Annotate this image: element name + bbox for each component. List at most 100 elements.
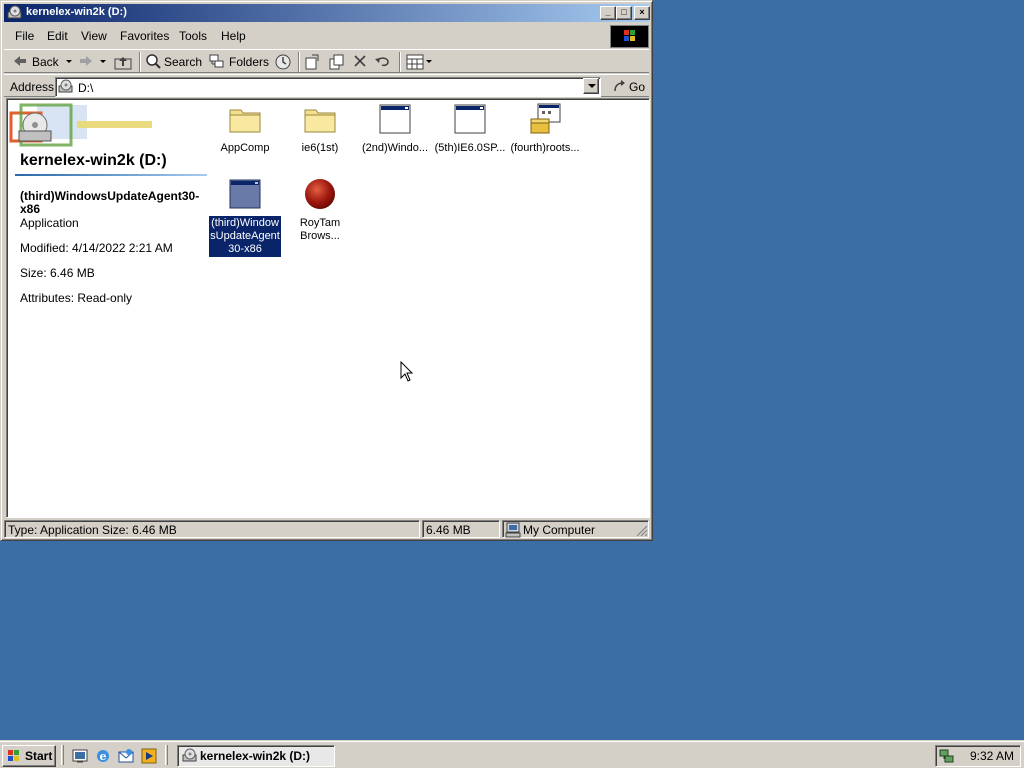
back-dropdown-icon[interactable] [66,60,72,63]
menu-bar: File Edit View Favorites Tools Help [4,25,609,47]
menu-tools[interactable]: Tools [179,29,207,43]
go-arrow-icon [611,79,627,98]
back-button[interactable]: Back [10,52,72,72]
file-item-fourth-roots[interactable]: (fourth)roots... [507,103,583,163]
folder-view[interactable]: kernelex-win2k (D:) (third)WindowsUpdate… [6,98,650,518]
folders-icon [209,53,225,72]
views-grid-icon [406,54,424,73]
start-button[interactable]: Start [2,745,56,767]
show-desktop-icon[interactable] [72,748,88,764]
quicklaunch-grip[interactable] [61,745,64,765]
toolbar-separator [298,52,300,72]
menu-file[interactable]: File [15,29,34,43]
file-item-ie6-1st[interactable]: ie6(1st) [282,103,358,163]
window-app-icon [379,103,411,135]
taskbar-button-explorer[interactable]: kernelex-win2k (D:) [177,745,335,767]
folder-icon [304,103,336,135]
drive-icon [58,79,74,98]
selected-file-modified: Modified: 4/14/2022 2:21 AM [20,241,173,255]
address-label: Address [10,80,55,94]
search-icon [145,53,161,72]
selected-file-type: Application [20,216,79,230]
window-app-icon [454,103,486,135]
window-title: kernelex-win2k (D:) [26,6,127,18]
toolbar-separator [399,52,401,72]
outlook-express-icon[interactable] [118,748,134,764]
status-size: 6.46 MB [422,520,500,538]
undo-icon [374,54,392,71]
back-arrow-icon [12,53,28,72]
web-view-banner [7,99,157,151]
file-item-2nd-windows[interactable]: (2nd)Windo... [357,103,433,163]
drive-icon [182,748,198,767]
web-view-info-pane: kernelex-win2k (D:) (third)WindowsUpdate… [7,99,207,519]
up-folder-icon [114,54,132,73]
mouse-pointer-icon [400,360,414,386]
title-divider [15,174,207,176]
go-label: Go [629,80,646,94]
file-item-third-windowsupdateagent[interactable]: (third)WindowsUpdateAgent30-x86 [207,178,283,258]
explorer-window: kernelex-win2k (D:) _ □ × File Edit View… [0,0,653,541]
copy-to-button[interactable] [327,52,347,72]
menu-edit[interactable]: Edit [47,29,68,43]
status-bar: Type: Application Size: 6.46 MB 6.46 MB … [4,519,649,539]
undo-button[interactable] [373,52,395,72]
selected-file-size: Size: 6.46 MB [20,266,95,280]
internet-explorer-icon[interactable]: e [95,748,111,764]
resize-grip-icon[interactable] [636,525,648,540]
media-player-icon[interactable] [141,748,157,764]
selected-file-attributes: Attributes: Read-only [20,291,133,305]
minimize-button[interactable]: _ [600,6,616,20]
maximize-button[interactable]: □ [616,6,632,20]
toolbar-separator [139,52,141,72]
delete-x-icon [353,54,367,71]
status-zone: My Computer [502,520,649,538]
views-dropdown-icon[interactable] [426,60,432,63]
chevron-down-icon [588,84,596,88]
delete-button[interactable] [351,52,371,72]
search-button[interactable]: Search [144,52,204,72]
installer-icon [529,103,561,135]
go-button[interactable]: Go [609,77,647,97]
title-bar[interactable]: kernelex-win2k (D:) _ □ × [4,4,650,22]
tasks-grip[interactable] [165,745,168,765]
move-to-icon [304,53,322,74]
my-computer-icon [505,522,521,541]
selected-file-name: (third)WindowsUpdateAgent30-x86 [20,189,200,216]
windows-flag-icon [6,748,22,767]
window-app-icon [229,178,261,210]
red-ball-icon [304,178,336,210]
folder-icon [229,103,261,135]
menu-view[interactable]: View [81,29,107,43]
copy-to-icon [328,53,346,74]
start-label: Start [25,749,53,763]
network-icon[interactable] [939,748,955,767]
system-tray: 9:32 AM [935,745,1021,767]
menu-help[interactable]: Help [221,29,246,43]
status-zone-label: My Computer [523,523,596,537]
taskbar: Start e kernelex-win2k (D:) 9:32 AM [0,740,1024,768]
close-button[interactable]: × [634,6,650,20]
status-type-size: Type: Application Size: 6.46 MB [4,520,420,538]
file-item-roytam-browser[interactable]: RoyTam Brows... [282,178,358,242]
clock[interactable]: 9:32 AM [970,749,1014,763]
file-item-5th-ie6-sp[interactable]: (5th)IE6.0SP... [432,103,508,163]
views-button[interactable] [405,52,433,72]
move-to-button[interactable] [303,52,323,72]
up-folder-button[interactable] [112,52,134,72]
forward-button[interactable] [76,52,110,72]
history-button[interactable] [273,52,293,72]
folders-button[interactable]: Folders [208,52,270,72]
address-value: D:\ [78,81,94,95]
forward-arrow-icon [78,53,94,72]
history-icon [274,53,292,74]
file-item-appcomp[interactable]: AppComp [207,103,283,163]
address-input[interactable]: D:\ [55,77,601,97]
svg-text:e: e [100,750,107,763]
taskbar-button-label: kernelex-win2k (D:) [200,749,311,763]
forward-dropdown-icon[interactable] [100,60,106,63]
address-dropdown-button[interactable] [583,78,599,94]
drive-icon [7,5,23,21]
windows-logo [610,25,649,48]
menu-favorites[interactable]: Favorites [120,29,169,43]
